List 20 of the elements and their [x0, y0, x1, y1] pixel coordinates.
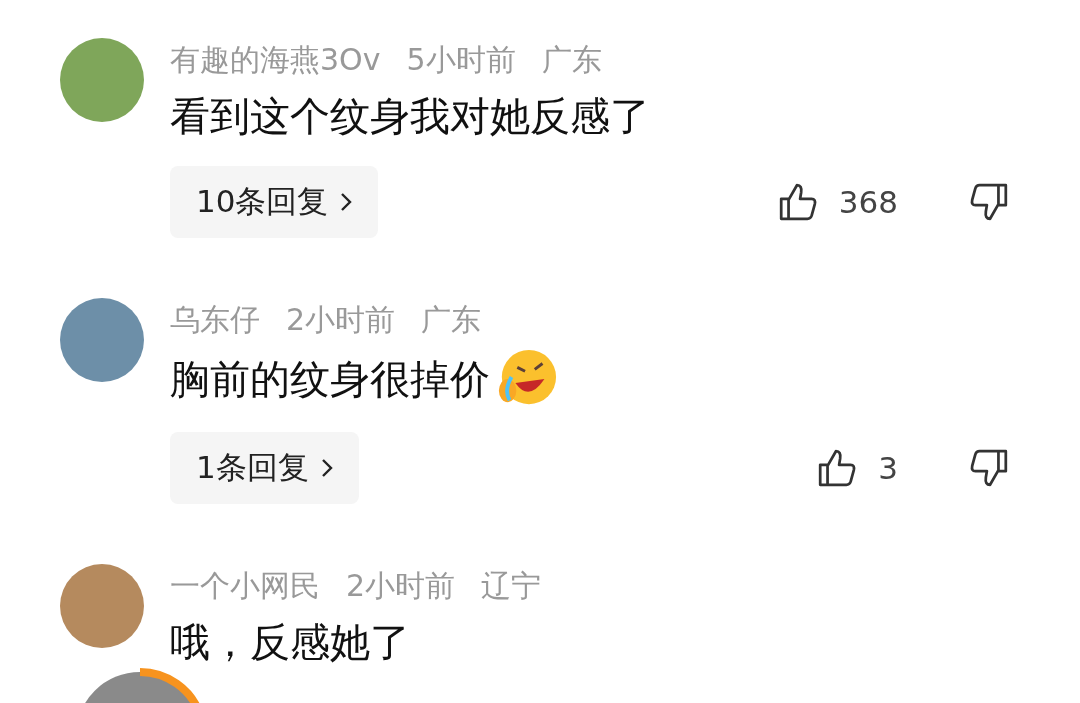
thumbs-down-icon[interactable]	[968, 181, 1010, 223]
like-count: 3	[878, 450, 898, 486]
chevron-icon	[320, 458, 333, 478]
comment-text: 胸前的纹身很掉价	[170, 355, 490, 404]
chevron-icon	[340, 192, 353, 212]
user-name[interactable]: 乌东仔	[170, 298, 260, 342]
user-name[interactable]: 有趣的海燕3Ov	[170, 38, 381, 82]
thumbs-down-icon[interactable]	[968, 447, 1010, 489]
comment-location: 辽宁	[481, 567, 542, 605]
comment-time: 2小时前	[286, 301, 396, 339]
comment-text: 看到这个纹身我对她反感了	[170, 92, 650, 141]
user-name[interactable]: 一个小网民	[170, 564, 320, 608]
like-count: 368	[838, 184, 898, 220]
comment-location: 广东	[541, 41, 602, 79]
replies-button[interactable]: 1条回复	[170, 432, 359, 504]
comment-location: 广东	[421, 301, 482, 339]
replies-button[interactable]: 10条回复	[170, 166, 379, 238]
comment-time: 2小时前	[346, 567, 456, 605]
comment-time: 5小时前	[406, 41, 516, 79]
comment-text: 哦，反感她了	[170, 618, 410, 667]
